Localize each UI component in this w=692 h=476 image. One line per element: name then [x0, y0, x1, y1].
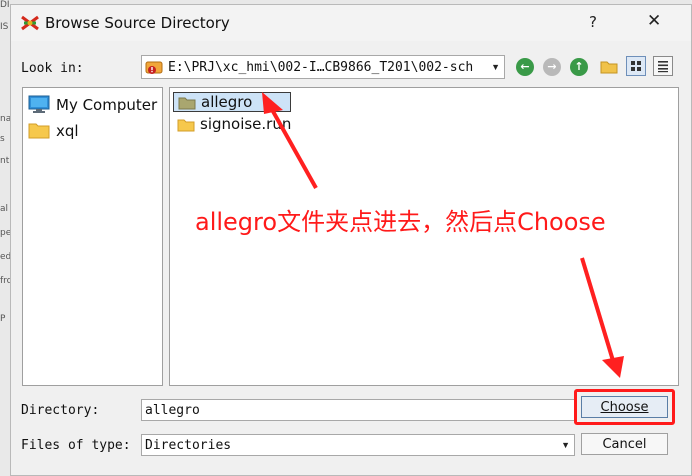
annotation-text: allegro文件夹点进去，然后点Choose [195, 208, 606, 236]
background-window-strip: DI IS na s nt al pe ed fro P [0, 0, 12, 476]
background-text: al [0, 204, 9, 214]
list-item-allegro[interactable]: allegro [173, 92, 291, 112]
background-text: P [0, 314, 6, 324]
look-in-label: Look in: [21, 61, 84, 76]
back-button[interactable]: ← [516, 58, 534, 76]
directory-input[interactable] [142, 400, 574, 420]
cancel-button-label: Cancel [602, 437, 647, 452]
dialog-title: Browse Source Directory [45, 14, 230, 32]
list-item-signoise-run[interactable]: signoise.run [173, 115, 303, 135]
file-type-value: Directories [145, 438, 232, 453]
back-icon: ← [520, 60, 530, 73]
forward-icon: → [547, 60, 557, 73]
new-folder-icon[interactable] [600, 59, 618, 74]
choose-highlight-box [574, 389, 675, 425]
background-text: nt [0, 156, 10, 166]
close-button[interactable]: ✕ [647, 11, 661, 31]
app-logo-icon [21, 15, 39, 31]
file-type-label: Files of type: [21, 438, 131, 453]
browse-dialog: Browse Source Directory ? ✕ Look in: E:\… [10, 4, 692, 476]
folder-icon [28, 123, 50, 139]
background-text: IS [0, 22, 9, 32]
sidebar-item-label: My Computer [56, 96, 158, 114]
sidebar-item-my-computer[interactable]: My Computer [28, 94, 158, 116]
detail-view-icon [658, 61, 668, 73]
folder-icon [177, 119, 195, 132]
directory-field[interactable] [141, 399, 575, 421]
chevron-down-icon: ▼ [561, 440, 570, 450]
look-in-combo[interactable]: E:\PRJ\xc_hmi\002-I…CB9866_T201\002-sch … [141, 55, 505, 79]
icon-view-button[interactable] [626, 56, 646, 76]
up-button[interactable]: ↑ [570, 58, 588, 76]
directory-label: Directory: [21, 403, 100, 418]
list-item-label: signoise.run [200, 115, 292, 133]
look-in-path: E:\PRJ\xc_hmi\002-I…CB9866_T201\002-sch [168, 60, 474, 75]
sidebar-places: My Computer xql [22, 87, 163, 386]
sidebar-item-label: xql [56, 122, 79, 140]
chevron-down-icon: ▼ [491, 62, 500, 72]
folder-icon [178, 97, 196, 110]
help-button[interactable]: ? [589, 13, 597, 31]
file-type-select[interactable]: Directories ▼ [141, 434, 575, 456]
cancel-button[interactable]: Cancel [581, 433, 668, 455]
background-text: s [0, 134, 5, 144]
icon-view-icon [631, 61, 641, 71]
sidebar-item-xql[interactable]: xql [28, 120, 158, 142]
drive-icon [145, 61, 163, 74]
up-icon: ↑ [574, 60, 584, 73]
title-bar[interactable]: Browse Source Directory ? ✕ [11, 5, 691, 41]
background-text: DI [0, 0, 10, 10]
forward-button[interactable]: → [543, 58, 561, 76]
detail-view-button[interactable] [653, 56, 673, 76]
list-item-label: allegro [201, 93, 253, 111]
computer-icon [28, 95, 50, 113]
